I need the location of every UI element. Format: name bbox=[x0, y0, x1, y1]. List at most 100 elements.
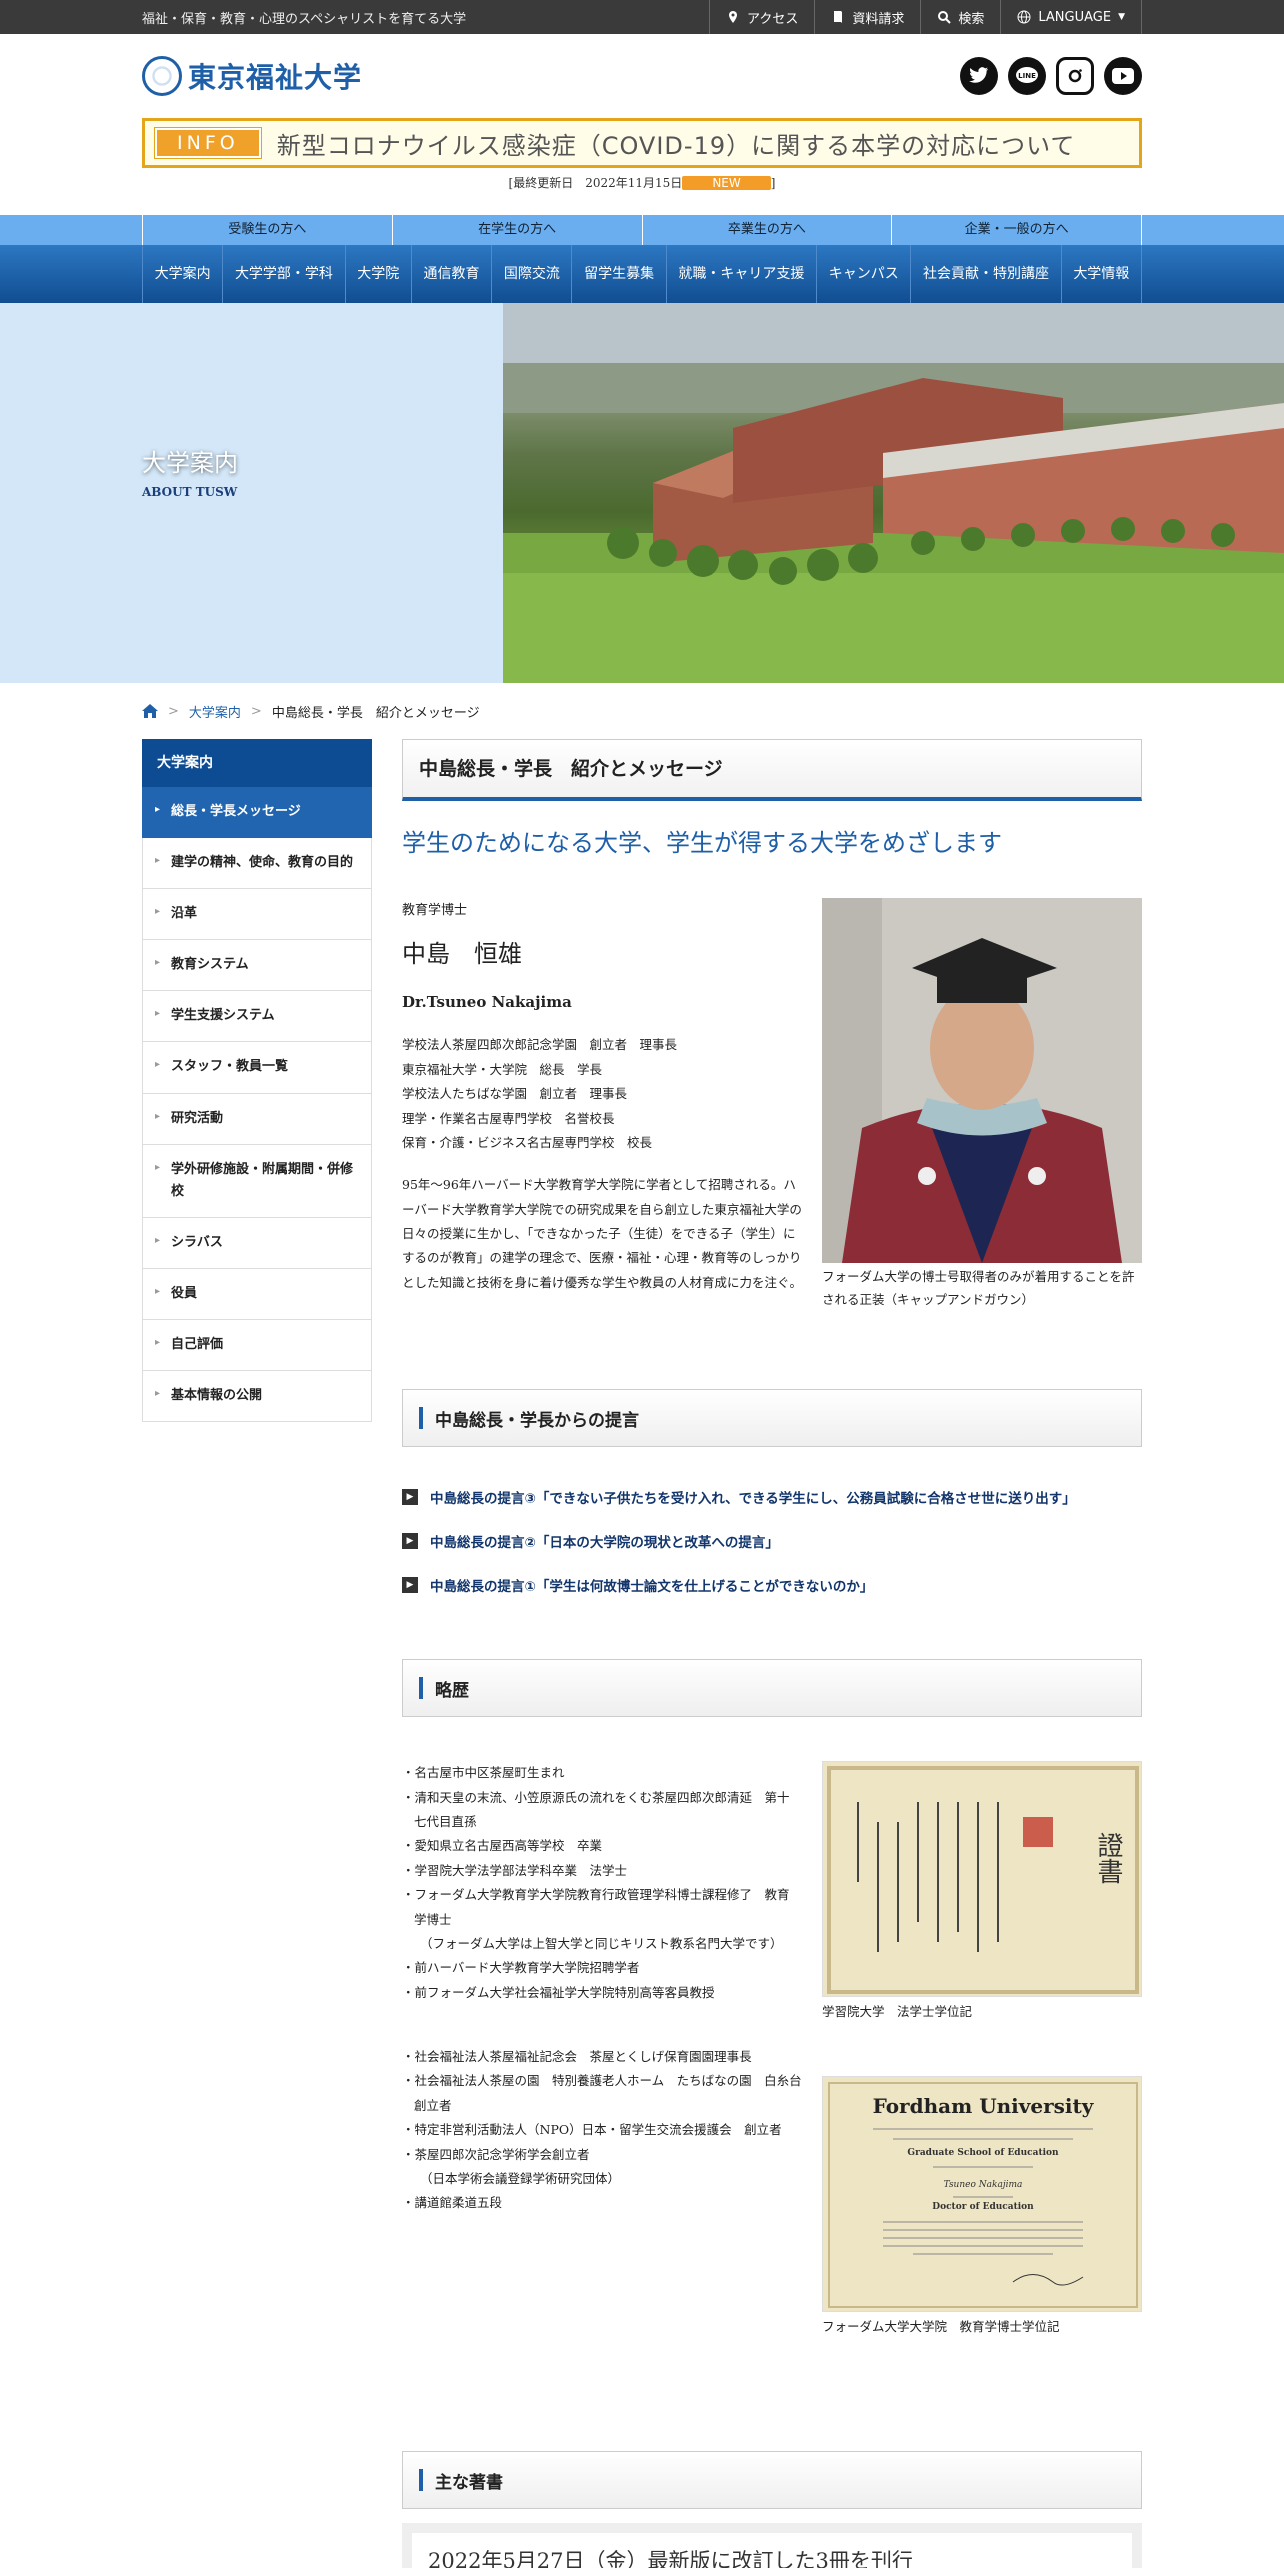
sidebar-item-self-evaluation[interactable]: 自己評価 bbox=[142, 1320, 372, 1372]
twitter-icon[interactable] bbox=[960, 57, 998, 95]
career-note: （フォーダム大学は上智大学と同じキリスト教系名門大学です） bbox=[420, 1935, 783, 1951]
home-icon[interactable] bbox=[142, 704, 158, 718]
roles-list: 学校法人茶屋四郎次郎記念学園 創立者 理事長 東京福祉大学・大学院 総長 学長 … bbox=[402, 1033, 807, 1155]
covid-info-banner[interactable]: INFO 新型コロナウイルス感染症（COVID-19）に関する本学の対応について bbox=[142, 118, 1142, 168]
cert2-line: Doctor of Education bbox=[932, 2202, 1034, 2212]
sidebar-item-education-system[interactable]: 教育システム bbox=[142, 940, 372, 992]
campus-aerial-photo bbox=[503, 303, 1284, 683]
biography: 95年～96年ハーバード大学教育学大学院に学者として招聘される。ハーバード大学教… bbox=[402, 1177, 803, 1290]
last-updated-close: ] bbox=[770, 176, 776, 190]
proposal-link-3[interactable]: ▶ 中島総長の提言③「できない子供たちを受け入れ、できる学生にし、公務員試験に合… bbox=[402, 1487, 1142, 1507]
logo-text: 東京福祉大学 bbox=[188, 61, 363, 94]
breadcrumb-separator: > bbox=[250, 703, 262, 719]
career-note: （日本学術会議登録学術研究団体） bbox=[420, 2170, 621, 2186]
last-updated: [最終更新日 2022年11月15日 NEW] bbox=[142, 174, 1142, 191]
hero-text-panel: 大学案内 ABOUT TUSW bbox=[0, 303, 503, 683]
audience-alumni[interactable]: 卒業生の方へ bbox=[641, 215, 892, 245]
audience-prospective[interactable]: 受験生の方へ bbox=[142, 215, 392, 245]
degree: 教育学博士 bbox=[402, 903, 468, 918]
last-updated-text: [最終更新日 2022年11月15日 bbox=[508, 176, 683, 190]
chevron-down-icon: ▼ bbox=[1118, 12, 1125, 22]
brochure-link[interactable]: 資料請求 bbox=[814, 0, 920, 34]
role-item: 学校法人茶屋四郎次郎記念学園 創立者 理事長 bbox=[402, 1037, 678, 1053]
youtube-icon[interactable] bbox=[1104, 57, 1142, 95]
sidebar-item-disclosure[interactable]: 基本情報の公開 bbox=[142, 1371, 372, 1423]
gnav-correspondence[interactable]: 通信教育 bbox=[410, 245, 491, 303]
career-list-2: 社会福祉法人茶屋福祉記念会 茶屋とくしげ保育園園理事長 社会福祉法人茶屋の園 特… bbox=[402, 2045, 814, 2216]
search-link[interactable]: 検索 bbox=[920, 0, 1000, 34]
career-item: 社会福祉法人茶屋福祉記念会 茶屋とくしげ保育園園理事長 bbox=[402, 2045, 802, 2069]
books-heading: 主な著書 bbox=[402, 2451, 1142, 2510]
breadcrumb-about[interactable]: 大学案内 bbox=[189, 702, 241, 721]
books-box: 2022年5月27日（金）最新版に改訂した3冊を刊行 bbox=[402, 2523, 1142, 2568]
career-item: 名古屋市中区茶屋町生まれ bbox=[402, 1761, 802, 1785]
breadcrumb-separator: > bbox=[168, 703, 179, 719]
audience-corporate[interactable]: 企業・一般の方へ bbox=[891, 215, 1142, 245]
sidebar-item-syllabus[interactable]: シラバス bbox=[142, 1217, 372, 1269]
search-label: 検索 bbox=[958, 11, 985, 27]
language-selector[interactable]: LANGUAGE ▼ bbox=[1000, 0, 1142, 34]
career-heading: 略歴 bbox=[402, 1659, 1142, 1718]
cert2-line: Tsuneo Nakajima bbox=[944, 2180, 1023, 2190]
sidebar-item-message[interactable]: 総長・学長メッセージ bbox=[142, 787, 372, 839]
gnav-graduate[interactable]: 大学院 bbox=[344, 245, 411, 303]
hero-banner: 大学案内 ABOUT TUSW bbox=[0, 303, 1284, 683]
gnav-intl-students[interactable]: 留学生募集 bbox=[571, 245, 665, 303]
globe-icon bbox=[1017, 10, 1031, 24]
gnav-faculties[interactable]: 大学学部・学科 bbox=[222, 245, 344, 303]
sidebar-heading[interactable]: 大学案内 bbox=[142, 739, 372, 787]
svg-text:LINE: LINE bbox=[1018, 72, 1036, 80]
sidebar-item-facilities[interactable]: 学外研修施設・附属期間・併修校 bbox=[142, 1144, 372, 1218]
role-item: 学校法人たちばな学園 創立者 理事長 bbox=[402, 1086, 628, 1102]
proposal-label: 中島総長の提言①「学生は何故博士論文を仕上げることができないのか」 bbox=[430, 1579, 874, 1596]
proposal-link-1[interactable]: ▶ 中島総長の提言①「学生は何故博士論文を仕上げることができないのか」 bbox=[402, 1575, 1142, 1595]
cert2-caption: フォーダム大学大学院 教育学博士学位記 bbox=[822, 2319, 1060, 2335]
cert2-line: Graduate School of Education bbox=[907, 2148, 1059, 2158]
line-icon[interactable]: LINE bbox=[1008, 57, 1046, 95]
map-pin-icon bbox=[728, 11, 737, 23]
gnav-info[interactable]: 大学情報 bbox=[1060, 245, 1142, 303]
site-tagline: 福祉・保育・教育・心理のスペシャリストを育てる大学 bbox=[142, 11, 467, 27]
sidebar-item-philosophy[interactable]: 建学の精神、使命、教育の目的 bbox=[142, 838, 372, 890]
gnav-about[interactable]: 大学案内 bbox=[142, 245, 222, 303]
role-item: 保育・介護・ビジネス名古屋専門学校 校長 bbox=[402, 1134, 653, 1150]
cert1-title: 證書 bbox=[1093, 1832, 1123, 1884]
proposals-list: ▶ 中島総長の提言③「できない子供たちを受け入れ、できる学生にし、公務員試験に合… bbox=[402, 1487, 1142, 1595]
breadcrumb: > 大学案内 > 中島総長・学長 紹介とメッセージ bbox=[142, 683, 1142, 739]
arrow-right-icon: ▶ bbox=[402, 1489, 418, 1506]
proposal-label: 中島総長の提言③「できない子供たちを受け入れ、できる学生にし、公務員試験に合格さ… bbox=[430, 1491, 1076, 1508]
cert1-caption: 学習院大学 法学士学位記 bbox=[822, 2004, 973, 2020]
president-portrait bbox=[822, 898, 1142, 1263]
gnav-international[interactable]: 国際交流 bbox=[491, 245, 571, 303]
sidebar-item-research[interactable]: 研究活動 bbox=[142, 1093, 372, 1145]
lead-message: 学生のためになる大学、学生が得する大学をめざします bbox=[402, 829, 1002, 857]
main-content: 中島総長・学長 紹介とメッセージ 学生のためになる大学、学生が得する大学をめざし… bbox=[402, 739, 1142, 2568]
role-item: 理学・作業名古屋専門学校 名誉校長 bbox=[402, 1110, 615, 1126]
career-item: 学習院大学法学部法学科卒業 法学士 bbox=[402, 1859, 802, 1883]
sidebar-item-staff[interactable]: スタッフ・教員一覧 bbox=[142, 1042, 372, 1094]
sidebar-item-student-support[interactable]: 学生支援システム bbox=[142, 991, 372, 1043]
books-heading-text: 主な著書 bbox=[435, 2472, 503, 2493]
info-banner-text: 新型コロナウイルス感染症（COVID-19）に関する本学の対応について bbox=[276, 131, 1076, 160]
career-list-1: 名古屋市中区茶屋町生まれ 清和天皇の末流、小笠原源氏の流れをくむ茶屋四郎次郎清延… bbox=[402, 1761, 802, 2005]
career-item: 講道館柔道五段 bbox=[402, 2191, 802, 2215]
top-bar: 福祉・保育・教育・心理のスペシャリストを育てる大学 アクセス 資料請求 検索 L… bbox=[0, 0, 1284, 34]
audience-current[interactable]: 在学生の方へ bbox=[391, 215, 642, 245]
sidebar-item-history[interactable]: 沿革 bbox=[142, 889, 372, 941]
sidebar-item-officers[interactable]: 役員 bbox=[142, 1268, 372, 1321]
career-item: 特定非営利活動法人（NPO）日本・留学生交流会援護会 創立者 bbox=[402, 2118, 802, 2142]
proposals-heading: 中島総長・学長からの提言 bbox=[402, 1389, 1142, 1448]
career-item: フォーダム大学教育学大学院教育行政管理学科博士課程修了 教育学博士 bbox=[402, 1883, 802, 1932]
proposals-heading-text: 中島総長・学長からの提言 bbox=[435, 1410, 639, 1431]
audience-nav: 受験生の方へ 在学生の方へ 卒業生の方へ 企業・一般の方へ bbox=[0, 215, 1284, 245]
access-link[interactable]: アクセス bbox=[708, 0, 814, 34]
hero-subtitle: ABOUT TUSW bbox=[142, 485, 238, 499]
gnav-campus[interactable]: キャンパス bbox=[816, 245, 910, 303]
site-logo[interactable]: 東京福祉大学 bbox=[142, 56, 362, 96]
president-name-en: Dr.Tsuneo Nakajima bbox=[402, 993, 572, 1012]
arrow-right-icon: ▶ bbox=[402, 1577, 418, 1594]
instagram-icon[interactable] bbox=[1056, 57, 1094, 95]
proposal-link-2[interactable]: ▶ 中島総長の提言②「日本の大学院の現状と改革への提言」 bbox=[402, 1531, 1142, 1551]
gnav-community[interactable]: 社会貢献・特別講座 bbox=[910, 245, 1060, 303]
gnav-career[interactable]: 就職・キャリア支援 bbox=[665, 245, 816, 303]
